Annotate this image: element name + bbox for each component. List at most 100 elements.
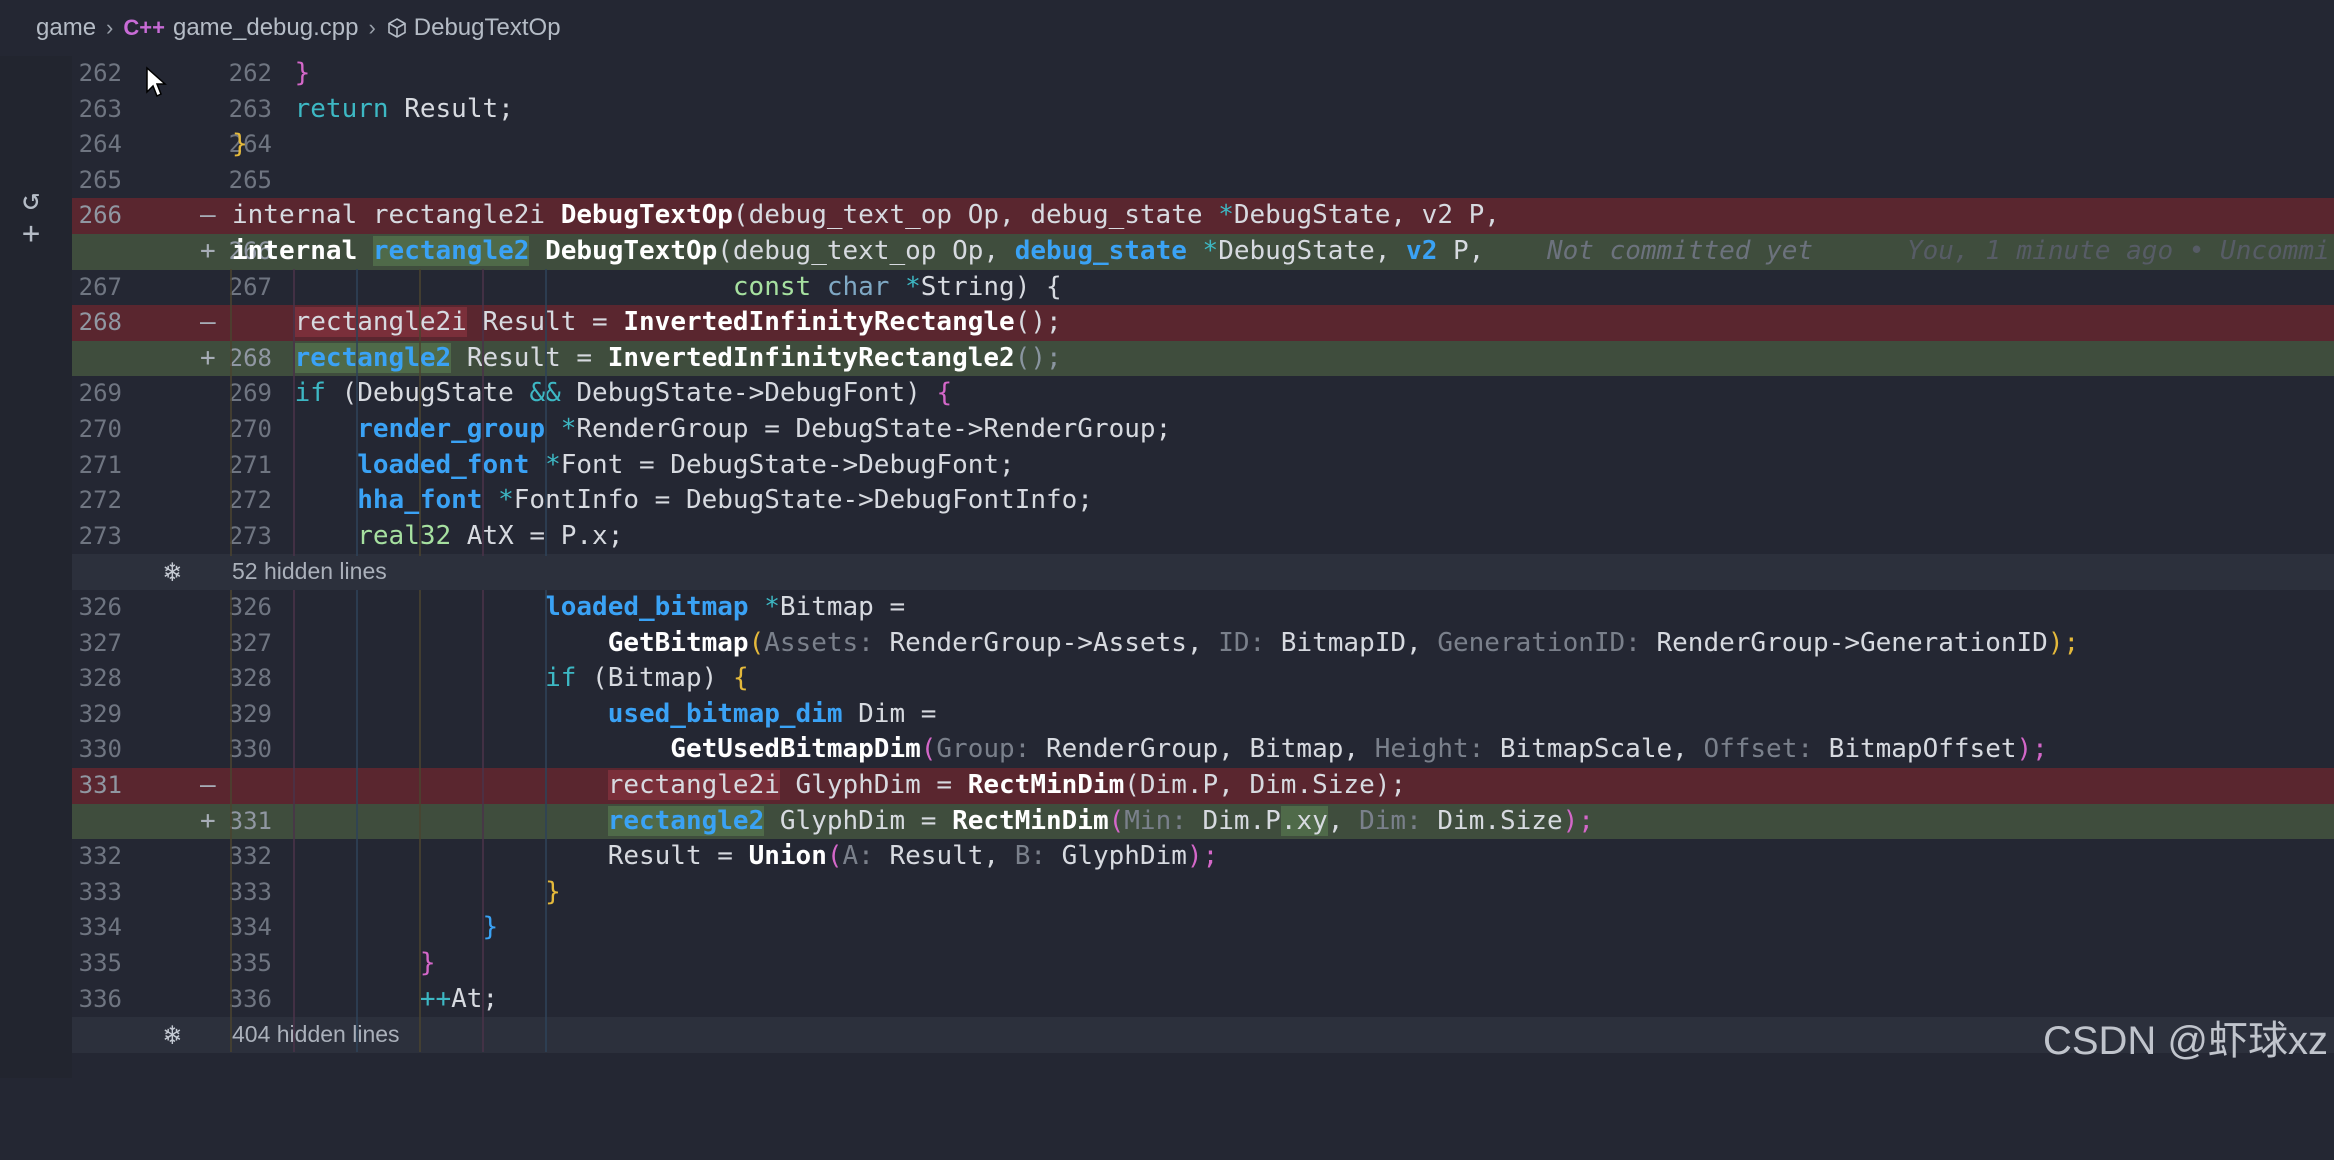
code-token: } — [419, 948, 436, 978]
code-text: internal rectangle2 DebugTextOp(debug_te… — [232, 234, 2330, 270]
code-text: if (DebugState && DebugState->DebugFont)… — [232, 376, 952, 412]
diff-line[interactable]: 333 333 } — [72, 875, 2334, 911]
code-token: ); — [1562, 805, 1594, 836]
diff-line[interactable]: 265 265 — [72, 163, 2334, 199]
code-token: loaded_bitmap — [545, 592, 749, 622]
old-line-number: 334 — [78, 913, 122, 942]
diff-line[interactable]: 267 267 const char *String) { — [72, 270, 2334, 306]
symbol-method-icon — [386, 17, 408, 39]
old-line-number: 268 — [78, 308, 122, 337]
code-token: RenderGroup->Assets, — [873, 627, 1219, 658]
code-token: GetUsedBitmapDim — [670, 734, 921, 765]
code-token: Result; — [388, 93, 514, 124]
hidden-lines-expander[interactable]: ❄ 52 hidden lines — [72, 554, 2334, 590]
code-token: rectangle2 — [372, 236, 530, 266]
diff-line-deleted[interactable]: 266 — internal rectangle2i DebugTextOp(d… — [72, 198, 2334, 234]
diff-line[interactable]: 334 334 } — [72, 910, 2334, 946]
mouse-pointer-icon — [146, 66, 167, 98]
breadcrumb-file[interactable]: game_debug.cpp — [173, 14, 358, 42]
diff-line[interactable]: 326 326 loaded_bitmap *Bitmap = — [72, 590, 2334, 626]
diff-line[interactable]: 336 336 ++At; — [72, 982, 2334, 1018]
diff-line-added[interactable]: 266 + internal rectangle2 DebugTextOp(de… — [72, 234, 2334, 270]
diff-line[interactable]: 269 269 if (DebugState && DebugState->De… — [72, 376, 2334, 412]
indent-guide — [293, 590, 295, 1052]
hidden-lines-label[interactable]: 52 hidden lines — [232, 554, 387, 590]
code-token: Union — [748, 841, 827, 872]
diff-line[interactable]: 335 335 } — [72, 946, 2334, 982]
code-token: ( — [1108, 805, 1125, 836]
diff-line[interactable]: 332 332 Result = Union(A: Result, B: Gly… — [72, 839, 2334, 875]
code-token: v2 — [1406, 236, 1438, 266]
diff-line[interactable]: 263 263 return Result; — [72, 92, 2334, 128]
diff-line[interactable]: 327 327 GetBitmap(Assets: RenderGroup->A… — [72, 626, 2334, 662]
diff-line-added[interactable]: 331 + rectangle2 GlyphDim = RectMinDim(M… — [72, 803, 2334, 840]
revert-icon[interactable]: ↺ — [22, 182, 40, 217]
diff-line[interactable]: 264 264 } — [72, 127, 2334, 163]
code-text: hha_font *FontInfo = DebugState->DebugFo… — [232, 483, 1093, 519]
breadcrumb-folder[interactable]: game — [36, 14, 96, 42]
diff-line[interactable]: 272 272 hha_font *FontInfo = DebugState-… — [72, 483, 2334, 519]
code-token: At; — [451, 983, 499, 1014]
code-token: ( — [920, 734, 937, 765]
code-token: Font = DebugState->DebugFont; — [560, 449, 1015, 480]
expand-hidden-icon[interactable]: ❄ — [164, 1017, 181, 1053]
code-token: InvertedInfinityRectangle2 — [607, 342, 1015, 373]
code-token: Result = — [451, 342, 608, 373]
diff-line[interactable]: 328 328 if (Bitmap) { — [72, 661, 2334, 697]
old-line-number: 264 — [78, 130, 122, 159]
diff-editor[interactable]: ↺ + 262 262 } 263 263 return Result; 264… — [0, 56, 2334, 1078]
hidden-lines-expander[interactable]: ❄ 404 hidden lines — [72, 1017, 2334, 1053]
code-token: ( — [826, 841, 843, 872]
code-token: } — [482, 912, 499, 943]
old-line-number: 326 — [78, 593, 122, 621]
code-token: FontInfo = DebugState->DebugFontInfo; — [513, 485, 1093, 516]
indent-guide — [482, 269, 484, 556]
old-line-number: 262 — [78, 59, 122, 87]
inlay-hint: Group: — [936, 734, 1031, 765]
old-line-number: 333 — [78, 877, 122, 906]
inline-blame-author: You, 1 minute ago • Uncommi — [1906, 236, 2330, 266]
code-token: (); — [1014, 342, 1062, 373]
code-token: Dim.P — [1186, 805, 1281, 836]
code-token: DebugState, — [1218, 236, 1407, 266]
inlay-hint: Dim: — [1359, 805, 1422, 836]
code-token: rectangle2i — [607, 770, 780, 800]
code-token: RenderGroup = DebugState->RenderGroup; — [576, 414, 1172, 444]
indent-guide — [293, 269, 295, 556]
old-line-number: 272 — [78, 486, 122, 515]
diff-line[interactable]: 273 273 real32 AtX = P.x; — [72, 519, 2334, 555]
diff-line[interactable]: 270 270 render_group *RenderGroup = Debu… — [72, 412, 2334, 448]
code-token: (debug_text_op Op, — [717, 236, 1015, 266]
code-text: Result = Union(A: Result, B: GlyphDim); — [232, 839, 1219, 875]
diff-line-deleted[interactable]: 268 — rectangle2i Result = InvertedInfin… — [72, 305, 2334, 341]
cpp-file-icon: C++ — [123, 15, 165, 40]
code-token: BitmapScale, — [1484, 734, 1704, 765]
breadcrumb-symbol[interactable]: DebugTextOp — [414, 14, 561, 42]
diff-line-added[interactable]: 268 + rectangle2 Result = InvertedInfini… — [72, 340, 2334, 377]
diff-line[interactable]: 262 262 } — [72, 56, 2334, 92]
expand-hidden-icon[interactable]: ❄ — [164, 554, 181, 590]
indent-guide — [356, 269, 358, 556]
diff-marker: — — [200, 770, 216, 800]
inlay-hint: Assets: — [764, 627, 874, 658]
inlay-hint: Min: — [1124, 805, 1187, 836]
old-line-number: 332 — [78, 842, 122, 871]
diff-line[interactable]: 329 329 used_bitmap_dim Dim = — [72, 697, 2334, 733]
old-line-number: 329 — [78, 699, 122, 728]
code-token: ( — [748, 627, 765, 658]
diff-line[interactable]: 271 271 loaded_font *Font = DebugState->… — [72, 448, 2334, 484]
inlay-hint: ID: — [1218, 627, 1266, 658]
code-token: return — [294, 93, 389, 124]
old-line-number: 327 — [78, 628, 122, 657]
old-line-number: 273 — [78, 521, 122, 550]
diff-line-deleted[interactable]: 331 — rectangle2i GlyphDim = RectMinDim(… — [72, 768, 2334, 804]
code-text: } — [232, 56, 311, 92]
code-token: Dim.Size — [1421, 805, 1563, 836]
hidden-lines-label[interactable]: 404 hidden lines — [232, 1017, 400, 1053]
code-text: } — [232, 875, 561, 911]
code-token: internal rectangle2i — [232, 200, 561, 231]
old-line-number: 328 — [78, 664, 122, 693]
stage-plus-icon[interactable]: + — [22, 216, 40, 251]
code-token: DebugTextOp — [545, 236, 718, 266]
diff-line[interactable]: 330 330 GetUsedBitmapDim(Group: RenderGr… — [72, 732, 2334, 768]
